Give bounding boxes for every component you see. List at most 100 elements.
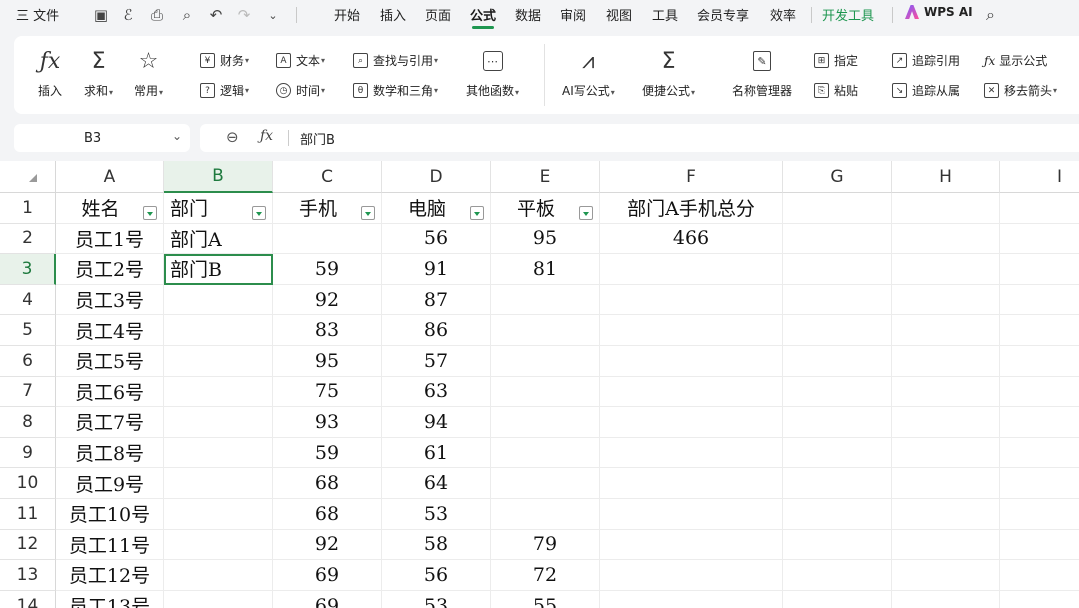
select-all-corner[interactable] xyxy=(0,161,56,193)
cell-c3[interactable]: 59 xyxy=(273,254,382,285)
cell-d6[interactable]: 57 xyxy=(382,346,491,377)
fx-icon[interactable]: ƒx xyxy=(260,128,273,144)
search-icon[interactable]: ⌕ xyxy=(986,5,995,25)
cell-i6[interactable] xyxy=(1000,346,1079,377)
row-header-4[interactable]: 4 xyxy=(0,284,56,316)
cell-a7[interactable]: 员工6号 xyxy=(56,376,164,408)
cell-h13[interactable] xyxy=(892,560,1000,591)
file-menu-button[interactable]: 三 文件 xyxy=(16,5,59,24)
formula-bar[interactable]: ⊖ ƒx 部门B xyxy=(200,124,1079,152)
cell-d5[interactable]: 86 xyxy=(382,315,491,346)
cell-a12[interactable]: 员工11号 xyxy=(56,529,164,561)
quick-formula-button[interactable]: Σ 便捷公式▾ xyxy=(642,46,695,99)
common-functions-button[interactable]: ☆ 常用▾ xyxy=(134,46,163,99)
header-cell-f[interactable]: 部门A手机总分 xyxy=(600,193,783,224)
other-functions-button[interactable]: ⋯ 其他函数▾ xyxy=(466,46,519,99)
cell-e4[interactable] xyxy=(491,284,600,316)
cell-i8[interactable] xyxy=(1000,407,1079,438)
print-icon[interactable]: ⎙ xyxy=(146,4,168,26)
math-functions-button[interactable]: θ 数学和三角 ▾ xyxy=(353,82,438,99)
cell-e3[interactable]: 81 xyxy=(491,254,600,285)
cell-h9[interactable] xyxy=(892,437,1000,469)
trace-precedents-button[interactable]: ↗ 追踪引用 xyxy=(892,52,960,69)
row-header-8[interactable]: 8 xyxy=(0,407,56,438)
undo-icon[interactable]: ↶ xyxy=(205,4,227,26)
cell-a8[interactable]: 员工7号 xyxy=(56,407,164,438)
cell-i3[interactable] xyxy=(1000,254,1079,285)
cell-g2[interactable] xyxy=(783,223,892,255)
column-header-a[interactable]: A xyxy=(56,161,164,193)
lookup-functions-button[interactable]: ⌕ 查找与引用 ▾ xyxy=(353,52,438,69)
cell-i12[interactable] xyxy=(1000,530,1079,561)
show-formulas-button[interactable]: ƒx 显示公式 xyxy=(984,52,1047,69)
cell-d13[interactable]: 56 xyxy=(382,560,491,591)
cell-f5[interactable] xyxy=(600,315,783,346)
cell-d3[interactable]: 91 xyxy=(382,254,491,285)
cell-h2[interactable] xyxy=(892,223,1000,255)
cell-d14[interactable]: 53 xyxy=(382,590,491,608)
cell-f7[interactable] xyxy=(600,376,783,408)
cell-a9[interactable]: 员工8号 xyxy=(56,437,164,469)
cell-b6[interactable] xyxy=(164,346,273,377)
cell-c2[interactable] xyxy=(273,223,382,255)
cell-g6[interactable] xyxy=(783,346,892,377)
cell-e11[interactable] xyxy=(491,499,600,530)
finance-functions-button[interactable]: ¥ 财务 ▾ xyxy=(200,52,249,69)
cell-h6[interactable] xyxy=(892,346,1000,377)
cell-e8[interactable] xyxy=(491,407,600,438)
filter-dropdown-icon[interactable] xyxy=(579,206,593,220)
cell-e9[interactable] xyxy=(491,437,600,469)
cell-h5[interactable] xyxy=(892,315,1000,346)
column-header-d[interactable]: D xyxy=(382,161,491,193)
cell-c7[interactable]: 75 xyxy=(273,376,382,408)
row-header-10[interactable]: 10 xyxy=(0,468,56,499)
cell-c13[interactable]: 69 xyxy=(273,560,382,591)
cell-g3[interactable] xyxy=(783,254,892,285)
cell-h10[interactable] xyxy=(892,468,1000,499)
row-header-2[interactable]: 2 xyxy=(0,223,56,255)
cell-d12[interactable]: 58 xyxy=(382,529,491,561)
header-cell-e[interactable]: 平板 xyxy=(491,193,600,224)
cell-c8[interactable]: 93 xyxy=(273,407,382,438)
cell-f11[interactable] xyxy=(600,499,783,530)
row-header-11[interactable]: 11 xyxy=(0,499,56,530)
export-icon[interactable]: ℰ xyxy=(117,4,139,26)
cell-f13[interactable] xyxy=(600,560,783,591)
cell-i4[interactable] xyxy=(1000,285,1079,316)
cell-d8[interactable]: 94 xyxy=(382,407,491,438)
customize-quick-access-chevron-icon[interactable]: ⌄ xyxy=(262,4,284,26)
cell-c14[interactable]: 69 xyxy=(273,590,382,608)
cell-e6[interactable] xyxy=(491,346,600,377)
cell-a2[interactable]: 员工1号 xyxy=(56,223,164,255)
cell-e13[interactable]: 72 xyxy=(491,560,600,591)
cell-d4[interactable]: 87 xyxy=(382,284,491,316)
row-header-14[interactable]: 14 xyxy=(0,590,56,608)
wps-ai-button[interactable]: WPS AI xyxy=(905,5,973,19)
cell-h14[interactable] xyxy=(892,590,1000,608)
text-functions-button[interactable]: A 文本 ▾ xyxy=(276,52,325,69)
row-header-12[interactable]: 12 xyxy=(0,529,56,561)
cell-h3[interactable] xyxy=(892,254,1000,285)
cell-h7[interactable] xyxy=(892,376,1000,408)
tab-formulas[interactable]: 公式 xyxy=(470,5,496,29)
tab-view[interactable]: 视图 xyxy=(606,5,632,24)
cell-a4[interactable]: 员工3号 xyxy=(56,284,164,316)
name-manager-button[interactable]: ✎ 名称管理器 xyxy=(732,46,792,99)
filter-dropdown-icon[interactable] xyxy=(361,206,375,220)
row-header-9[interactable]: 9 xyxy=(0,437,56,469)
cell-b14[interactable] xyxy=(164,590,273,608)
cell-a5[interactable]: 员工4号 xyxy=(56,315,164,346)
zoom-icon[interactable]: ⊖ xyxy=(226,128,239,146)
cell-h11[interactable] xyxy=(892,499,1000,530)
cell-f12[interactable] xyxy=(600,529,783,561)
tab-page[interactable]: 页面 xyxy=(425,5,451,24)
cell-g13[interactable] xyxy=(783,560,892,591)
cell-h4[interactable] xyxy=(892,284,1000,316)
cell-d10[interactable]: 64 xyxy=(382,468,491,499)
tab-efficiency[interactable]: 效率 xyxy=(770,5,796,24)
cell-c11[interactable]: 68 xyxy=(273,499,382,530)
formula-input[interactable]: 部门B xyxy=(300,129,335,148)
cell-f4[interactable] xyxy=(600,284,783,316)
cell-f10[interactable] xyxy=(600,468,783,499)
header-cell-g[interactable] xyxy=(783,193,892,224)
